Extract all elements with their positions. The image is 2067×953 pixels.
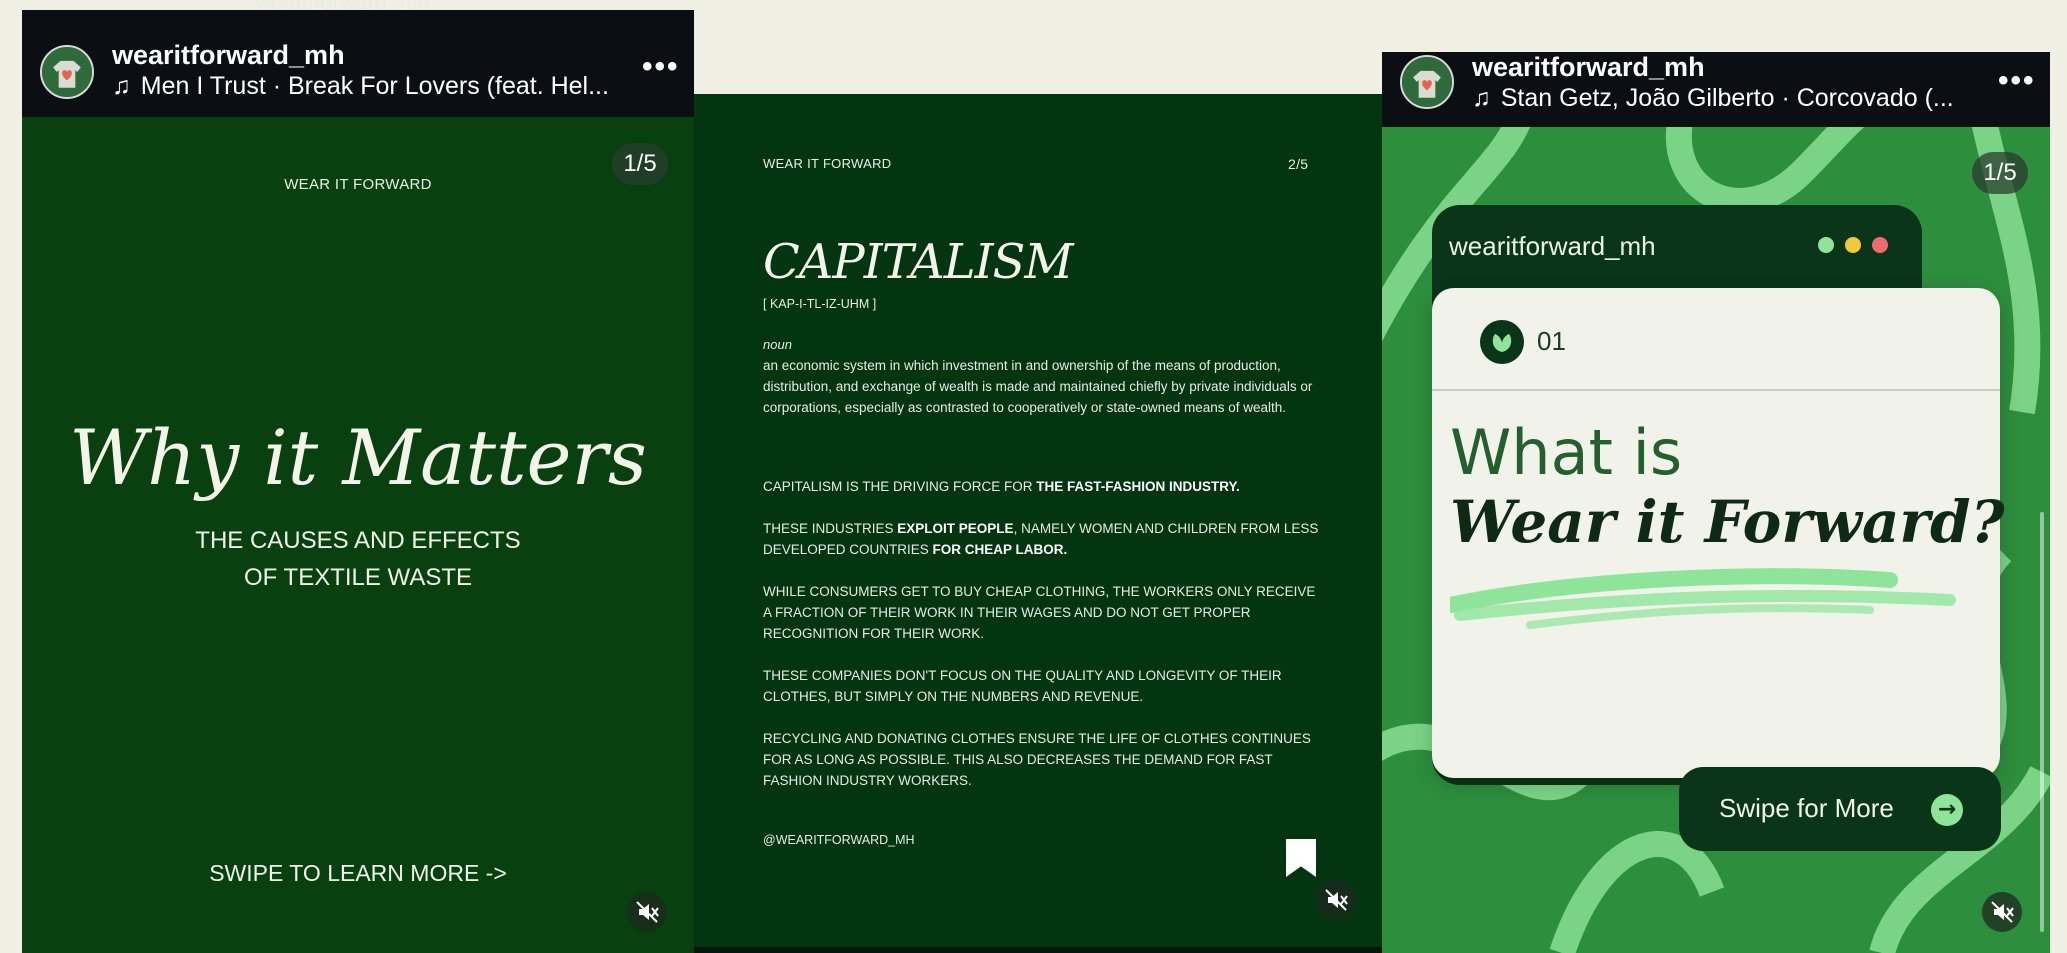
brand-label: WEAR IT FORWARD [284, 176, 432, 193]
paragraph-4: THESE COMPANIES DON'T FOCUS ON THE QUALI… [763, 668, 1282, 704]
paragraph-1: CAPITALISM IS THE DRIVING FORCE FOR THE … [763, 476, 1323, 497]
swipe-cta[interactable]: SWIPE TO LEARN MORE -> [22, 860, 694, 887]
definition: an economic system in which investment i… [763, 358, 1313, 415]
username[interactable]: wearitforward_mh [112, 40, 345, 71]
subtitle: THE CAUSES AND EFFECTS OF TEXTILE WASTE [22, 522, 694, 596]
avatar[interactable] [40, 45, 94, 99]
swipe-label: Swipe for More [1719, 793, 1894, 823]
song-title: Men I Trust · Break For Lovers (feat. He… [140, 72, 609, 100]
subtitle-line-2: OF TEXTILE WASTE [243, 564, 473, 591]
paragraph-1-bold: THE FAST-FASHION INDUSTRY. [1036, 479, 1240, 494]
brush-stroke [1450, 568, 1956, 629]
scrollbar[interactable] [2040, 512, 2044, 932]
window-dot-green-icon [1818, 237, 1834, 253]
heading-line-1: What is [1450, 416, 1683, 489]
avatar[interactable] [1400, 55, 1454, 109]
window-dot-red-icon [1872, 237, 1888, 253]
item-number: 01 [1537, 326, 1566, 356]
arrow-right-icon: → [1931, 794, 1963, 826]
paragraph-3: WHILE CONSUMERS GET TO BUY CHEAP CLOTHIN… [763, 584, 1316, 641]
brand-label: WEAR IT FORWARD [763, 156, 892, 171]
leaf-icon [1480, 320, 1524, 364]
mute-icon[interactable] [1316, 880, 1356, 920]
card-divider [1432, 389, 2000, 391]
music-note-icon: ♫ [112, 72, 131, 100]
username[interactable]: wearitforward_mh [1472, 52, 1705, 83]
intro-card: 01 What is Wear it Forward? [1432, 288, 2005, 778]
paragraph-2-bold-a: EXPLOIT PEOPLE [897, 521, 1014, 536]
mute-icon[interactable] [627, 892, 667, 932]
story-header: wearitforward_mh ♫ Men I Trust · Break Fo… [22, 10, 694, 117]
paragraph-2: THESE INDUSTRIES EXPLOIT PEOPLE, NAMELY … [763, 518, 1323, 560]
paragraph-2-bold-b: FOR CHEAP LABOR. [932, 542, 1068, 557]
story-panel-capitalism[interactable]: WEAR IT FORWARD 2/5 CAPITALISM [ KAP-I-T… [694, 94, 1382, 953]
music-note-icon: ♫ [1472, 84, 1491, 112]
paragraph-5: RECYCLING AND DONATING CLOTHES ENSURE TH… [763, 731, 1311, 788]
story-panel-why-it-matters[interactable]: wearitforward_mh ♫ Men I Trust · Break Fo… [22, 10, 694, 953]
swipe-for-more-button[interactable]: Swipe for More → [1679, 767, 2001, 851]
bottom-divider [694, 947, 1382, 953]
heading-line-2: Wear it Forward? [1450, 488, 2005, 556]
paragraph-2-text-a: THESE INDUSTRIES [763, 521, 898, 536]
mute-icon[interactable] [1982, 892, 2022, 932]
handle: @WEARITFORWARD_MH [763, 833, 915, 847]
window-title: wearitforward_mh [1449, 231, 1656, 261]
bookmark-icon[interactable] [1286, 839, 1316, 877]
story-panel-wear-it-forward[interactable]: wearitforward_mh ♫ Stan Getz, João Gilber… [1382, 52, 2050, 953]
subtitle-line-1: THE CAUSES AND EFFECTS [195, 527, 521, 554]
paragraph-1-text: CAPITALISM IS THE DRIVING FORCE FOR [763, 479, 1037, 494]
pronunciation: [ KAP-I-TL-IZ-UHM ] [763, 297, 877, 311]
window-dot-yellow-icon [1845, 237, 1861, 253]
song-title: Stan Getz, João Gilberto · Corcovado (..… [1500, 84, 1954, 112]
slide-counter: 2/5 [1288, 156, 1309, 172]
more-options-icon[interactable]: ••• [642, 50, 680, 84]
story-header: wearitforward_mh ♫ Stan Getz, João Gilber… [1382, 52, 2050, 127]
page-title: CAPITALISM [763, 234, 1074, 290]
song-info[interactable]: ♫ Men I Trust · Break For Lovers (feat. H… [112, 72, 609, 101]
page-title: Why it Matters [69, 413, 647, 502]
more-options-icon[interactable]: ••• [1998, 64, 2036, 98]
song-info[interactable]: ♫ Stan Getz, João Gilberto · Corcovado (.… [1472, 84, 1954, 113]
slide-counter: 1/5 [1972, 152, 2028, 194]
part-of-speech: noun [763, 337, 792, 352]
